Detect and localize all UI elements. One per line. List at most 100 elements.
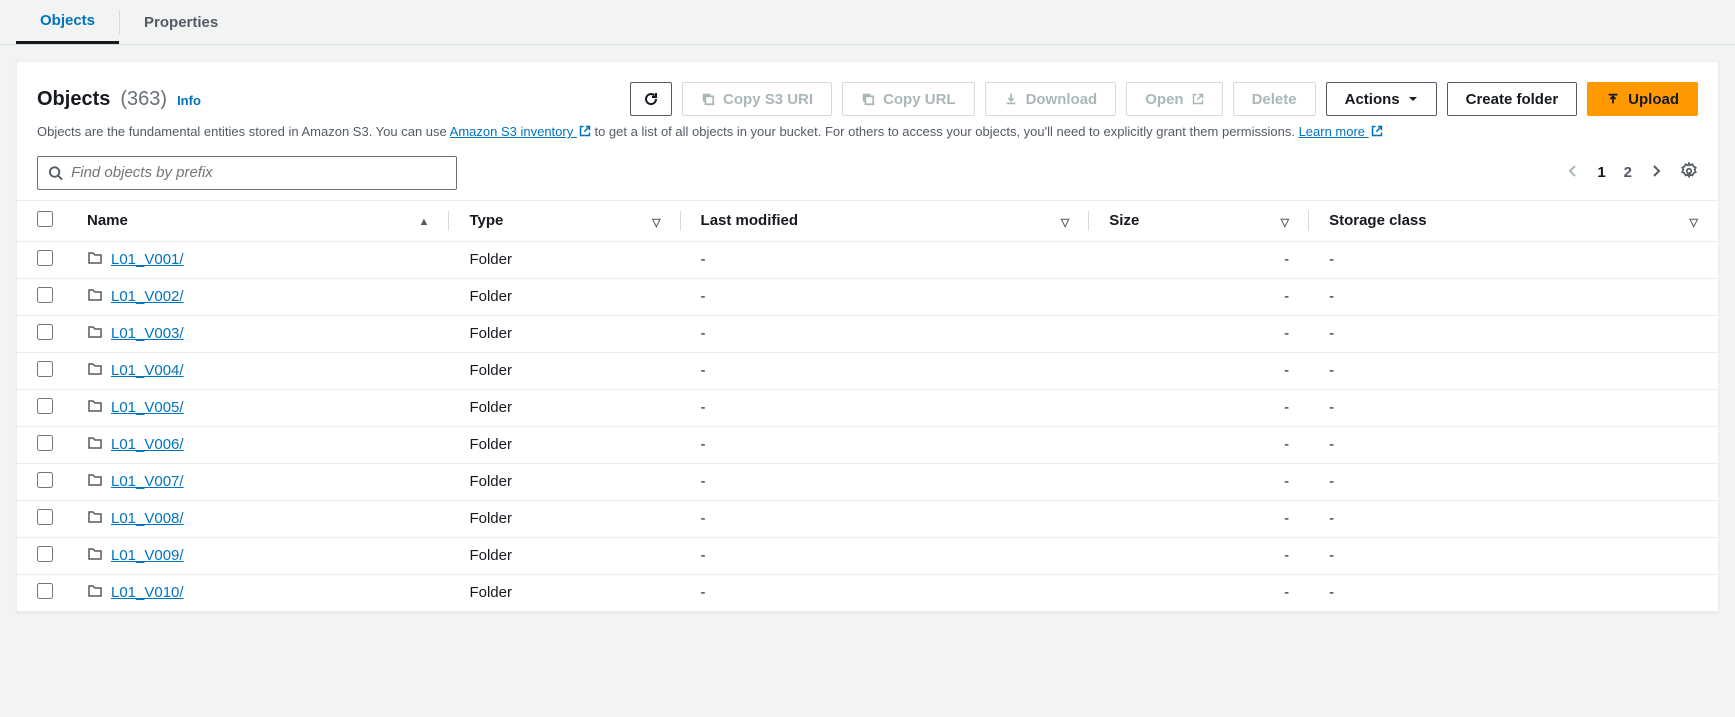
- column-last-modified[interactable]: Last modified ▽: [681, 200, 1090, 241]
- row-checkbox[interactable]: [37, 546, 53, 562]
- info-link[interactable]: Info: [177, 93, 201, 108]
- objects-panel: Objects (363) Info Copy S3 URI Copy URL …: [16, 61, 1719, 613]
- row-checkbox[interactable]: [37, 361, 53, 377]
- delete-label: Delete: [1252, 91, 1297, 108]
- folder-icon: [87, 583, 103, 603]
- cell-last-modified: -: [681, 426, 1090, 463]
- cell-type: Folder: [449, 241, 680, 278]
- cell-name: L01_V003/: [67, 315, 449, 352]
- prev-page-button[interactable]: [1567, 162, 1579, 183]
- external-link-icon: [579, 125, 591, 137]
- object-link[interactable]: L01_V003/: [111, 325, 184, 342]
- column-storage-class[interactable]: Storage class ▽: [1309, 200, 1718, 241]
- search-input[interactable]: [71, 164, 446, 181]
- object-link[interactable]: L01_V007/: [111, 473, 184, 490]
- cell-type: Folder: [449, 278, 680, 315]
- column-type[interactable]: Type ▽: [449, 200, 680, 241]
- object-link[interactable]: L01_V001/: [111, 251, 184, 268]
- row-select-cell: [17, 241, 67, 278]
- pagination: 1 2: [1567, 162, 1698, 183]
- page-1[interactable]: 1: [1597, 164, 1605, 181]
- cell-size: -: [1089, 278, 1309, 315]
- object-link[interactable]: L01_V004/: [111, 362, 184, 379]
- row-checkbox[interactable]: [37, 509, 53, 525]
- object-count: (363): [120, 88, 167, 111]
- s3-inventory-link[interactable]: Amazon S3 inventory: [450, 124, 591, 139]
- row-checkbox[interactable]: [37, 287, 53, 303]
- object-link[interactable]: L01_V002/: [111, 288, 184, 305]
- settings-button[interactable]: [1680, 162, 1698, 183]
- object-link[interactable]: L01_V008/: [111, 510, 184, 527]
- object-link[interactable]: L01_V009/: [111, 547, 184, 564]
- open-label: Open: [1145, 91, 1183, 108]
- column-type-label: Type: [469, 212, 503, 229]
- cell-name: L01_V008/: [67, 500, 449, 537]
- cell-storage-class: -: [1309, 315, 1718, 352]
- row-checkbox[interactable]: [37, 398, 53, 414]
- cell-type: Folder: [449, 352, 680, 389]
- page-2[interactable]: 2: [1624, 164, 1632, 181]
- cell-storage-class: -: [1309, 463, 1718, 500]
- copy-url-button[interactable]: Copy URL: [842, 82, 975, 116]
- cell-last-modified: -: [681, 574, 1090, 611]
- refresh-button[interactable]: [630, 82, 672, 116]
- search-box[interactable]: [37, 156, 457, 190]
- table-row: L01_V004/Folder---: [17, 352, 1718, 389]
- column-size[interactable]: Size ▽: [1089, 200, 1309, 241]
- tab-properties[interactable]: Properties: [120, 0, 242, 44]
- cell-storage-class: -: [1309, 278, 1718, 315]
- delete-button[interactable]: Delete: [1233, 82, 1316, 116]
- table-row: L01_V006/Folder---: [17, 426, 1718, 463]
- title-block: Objects (363) Info: [37, 88, 201, 111]
- sort-asc-icon: ▲: [419, 216, 430, 228]
- create-folder-label: Create folder: [1466, 91, 1559, 108]
- folder-icon: [87, 435, 103, 455]
- row-checkbox[interactable]: [37, 435, 53, 451]
- row-checkbox[interactable]: [37, 250, 53, 266]
- cell-storage-class: -: [1309, 241, 1718, 278]
- download-icon: [1004, 92, 1018, 106]
- upload-button[interactable]: Upload: [1587, 82, 1698, 116]
- create-folder-button[interactable]: Create folder: [1447, 82, 1578, 116]
- object-link[interactable]: L01_V006/: [111, 436, 184, 453]
- copy-s3-uri-button[interactable]: Copy S3 URI: [682, 82, 832, 116]
- row-checkbox[interactable]: [37, 583, 53, 599]
- table-row: L01_V008/Folder---: [17, 500, 1718, 537]
- cell-storage-class: -: [1309, 426, 1718, 463]
- next-page-button[interactable]: [1650, 162, 1662, 183]
- learn-more-link[interactable]: Learn more: [1299, 124, 1383, 139]
- row-select-cell: [17, 500, 67, 537]
- cell-last-modified: -: [681, 500, 1090, 537]
- open-button[interactable]: Open: [1126, 82, 1222, 116]
- cell-storage-class: -: [1309, 352, 1718, 389]
- object-link[interactable]: L01_V010/: [111, 584, 184, 601]
- refresh-icon: [643, 91, 659, 107]
- row-checkbox[interactable]: [37, 472, 53, 488]
- table-row: L01_V002/Folder---: [17, 278, 1718, 315]
- sort-icon: ▽: [1281, 216, 1289, 229]
- row-checkbox[interactable]: [37, 324, 53, 340]
- sort-icon: ▽: [1061, 216, 1069, 229]
- column-storage-class-label: Storage class: [1329, 212, 1427, 229]
- cell-name: L01_V002/: [67, 278, 449, 315]
- folder-icon: [87, 546, 103, 566]
- column-name[interactable]: Name ▲: [67, 200, 449, 241]
- select-all-checkbox[interactable]: [37, 211, 53, 227]
- row-select-cell: [17, 574, 67, 611]
- table-row: L01_V001/Folder---: [17, 241, 1718, 278]
- object-link[interactable]: L01_V005/: [111, 399, 184, 416]
- cell-storage-class: -: [1309, 389, 1718, 426]
- cell-last-modified: -: [681, 241, 1090, 278]
- column-size-label: Size: [1109, 212, 1139, 229]
- tab-objects[interactable]: Objects: [16, 0, 119, 44]
- copy-url-label: Copy URL: [883, 91, 956, 108]
- table-row: L01_V007/Folder---: [17, 463, 1718, 500]
- cell-type: Folder: [449, 500, 680, 537]
- tab-bar: Objects Properties: [0, 0, 1735, 45]
- actions-button[interactable]: Actions: [1326, 82, 1437, 116]
- gear-icon: [1680, 162, 1698, 180]
- download-button[interactable]: Download: [985, 82, 1117, 116]
- row-select-cell: [17, 426, 67, 463]
- column-last-modified-label: Last modified: [701, 212, 799, 229]
- upload-label: Upload: [1628, 91, 1679, 108]
